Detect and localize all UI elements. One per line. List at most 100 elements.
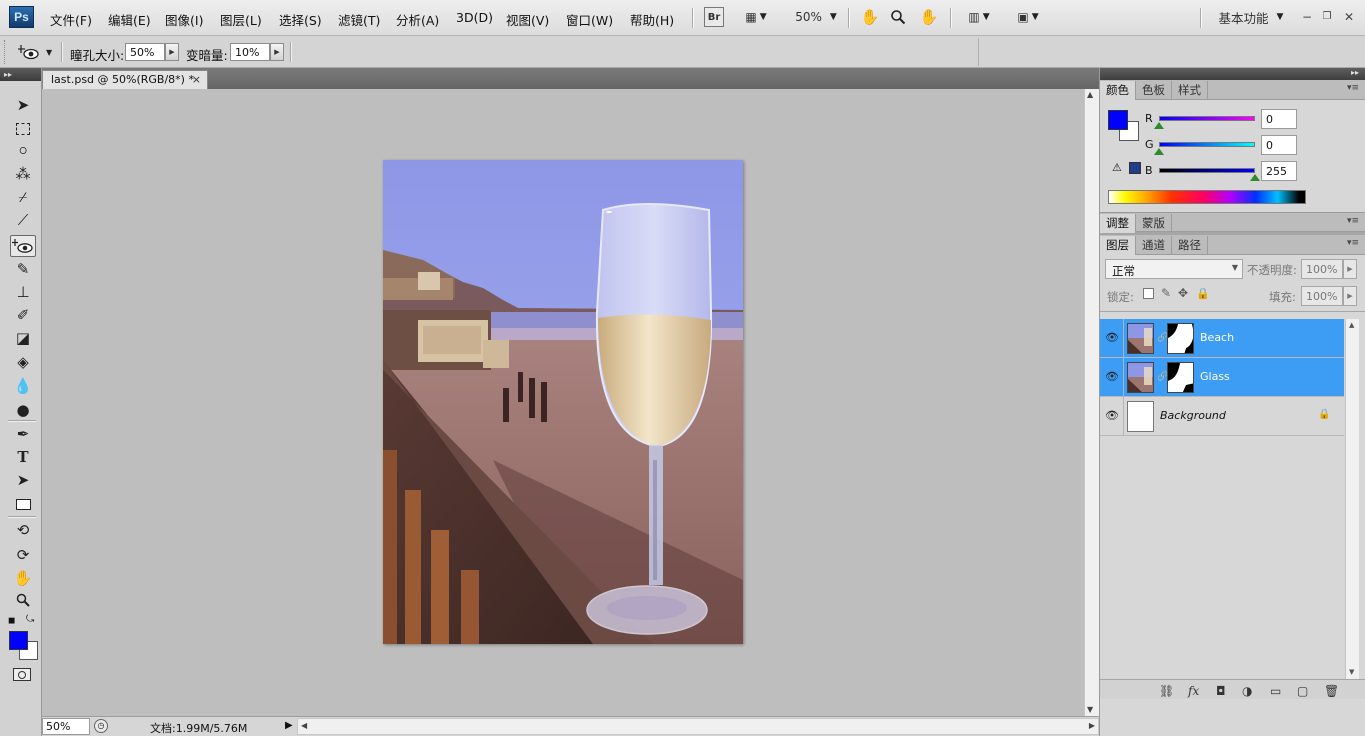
red-channel-input[interactable]: 0 bbox=[1261, 109, 1297, 129]
status-zoom-input[interactable]: 50% bbox=[42, 718, 90, 735]
opacity-slider-toggle[interactable]: ▶ bbox=[1343, 259, 1357, 279]
type-tool[interactable]: T bbox=[10, 446, 36, 468]
darken-amount-input[interactable]: 10% bbox=[230, 43, 270, 61]
pen-tool[interactable]: ✒ bbox=[10, 423, 36, 445]
bridge-button[interactable]: Br bbox=[704, 7, 724, 27]
delete-layer-icon[interactable]: 🗑 bbox=[1324, 684, 1339, 698]
panel-dock-header[interactable]: ▸▸ bbox=[1100, 68, 1365, 80]
zoom-tool[interactable] bbox=[10, 589, 36, 611]
document-tab[interactable]: last.psd @ 50%(RGB/8*) * × bbox=[42, 70, 208, 89]
panel-menu-icon[interactable]: ▾≡ bbox=[1347, 216, 1359, 226]
red-channel-slider[interactable]: R 0 bbox=[1101, 109, 1361, 132]
red-eye-tool[interactable] bbox=[10, 235, 36, 257]
adjustment-layer-icon[interactable]: ◑ bbox=[1242, 684, 1252, 698]
menu-window[interactable]: 窗口(W) bbox=[566, 10, 613, 29]
horizontal-scrollbar[interactable]: ◀ ▶ bbox=[297, 718, 1099, 735]
layer-name-glass[interactable]: Glass bbox=[1200, 370, 1230, 383]
zoom-tool-button[interactable] bbox=[888, 7, 908, 27]
scroll-up-icon[interactable]: ▲ bbox=[1349, 321, 1354, 329]
menu-3d[interactable]: 3D(D) bbox=[456, 10, 493, 25]
menu-help[interactable]: 帮助(H) bbox=[630, 10, 674, 29]
tool-preset-picker[interactable]: ▼ bbox=[18, 41, 56, 63]
status-menu-arrow-icon[interactable]: ▶ bbox=[285, 720, 293, 731]
photoshop-logo[interactable]: Ps bbox=[9, 6, 34, 28]
crop-tool[interactable]: ⌿ bbox=[10, 186, 36, 208]
3d-orbit-tool[interactable]: ⟳ bbox=[10, 544, 36, 566]
menu-layer[interactable]: 图层(L) bbox=[220, 10, 262, 29]
panel-menu-icon[interactable]: ▾≡ bbox=[1347, 238, 1359, 248]
options-grip[interactable] bbox=[4, 40, 6, 64]
scroll-left-icon[interactable]: ◀ bbox=[301, 721, 307, 730]
layer-mask-thumbnail[interactable] bbox=[1167, 323, 1194, 354]
blend-mode-dropdown[interactable]: 正常 ▼ bbox=[1105, 259, 1243, 279]
menu-file[interactable]: 文件(F) bbox=[50, 10, 92, 29]
zoom-level-dropdown[interactable]: 50% ▼ bbox=[794, 7, 838, 27]
pupil-size-input[interactable]: 50% bbox=[125, 43, 165, 61]
fill-input[interactable]: 100% bbox=[1301, 286, 1343, 306]
default-colors-icon[interactable]: ◼ bbox=[8, 616, 15, 626]
tools-panel-header[interactable]: ▸▸ bbox=[0, 68, 41, 81]
green-channel-track[interactable] bbox=[1159, 142, 1255, 147]
layer-name-beach[interactable]: Beach bbox=[1200, 331, 1234, 344]
opacity-input[interactable]: 100% bbox=[1301, 259, 1343, 279]
new-layer-icon[interactable]: ▢ bbox=[1297, 684, 1308, 698]
tab-color[interactable]: 颜色 bbox=[1100, 81, 1136, 100]
layer-row-glass[interactable]: 👁 🔗 Glass bbox=[1100, 358, 1344, 397]
blue-channel-thumb[interactable] bbox=[1250, 174, 1260, 181]
marquee-tool[interactable] bbox=[10, 118, 36, 140]
layers-scrollbar[interactable]: ▲ ▼ bbox=[1345, 319, 1359, 679]
canvas-area[interactable] bbox=[42, 89, 1084, 716]
green-channel-thumb[interactable] bbox=[1154, 148, 1164, 155]
tab-styles[interactable]: 样式 bbox=[1172, 81, 1208, 100]
blur-tool[interactable]: 💧 bbox=[10, 375, 36, 397]
menu-edit[interactable]: 编辑(E) bbox=[108, 10, 151, 29]
eye-icon[interactable]: 👁 bbox=[1105, 331, 1119, 344]
tab-swatches[interactable]: 色板 bbox=[1136, 81, 1172, 100]
menu-analysis[interactable]: 分析(A) bbox=[396, 10, 439, 29]
3d-rotate-tool[interactable]: ⟲ bbox=[10, 519, 36, 541]
menu-filter[interactable]: 滤镜(T) bbox=[338, 10, 380, 29]
layer-thumbnail[interactable] bbox=[1127, 323, 1154, 354]
hand-tool[interactable]: ✋ bbox=[10, 567, 36, 589]
eye-icon[interactable]: 👁 bbox=[1105, 409, 1119, 422]
tab-channels[interactable]: 通道 bbox=[1136, 236, 1172, 255]
link-layers-icon[interactable]: ⛓ bbox=[1159, 684, 1174, 698]
status-info-icon[interactable]: ◷ bbox=[94, 719, 108, 733]
workspace-switcher[interactable]: 基本功能 ▼ bbox=[1214, 7, 1288, 27]
scroll-right-icon[interactable]: ▶ bbox=[1089, 721, 1095, 730]
quick-mask-button[interactable] bbox=[13, 668, 31, 681]
blue-channel-input[interactable]: 255 bbox=[1261, 161, 1297, 181]
scroll-down-icon[interactable]: ▼ bbox=[1349, 668, 1354, 676]
panel-menu-icon[interactable]: ▾≡ bbox=[1347, 83, 1359, 93]
clone-stamp-tool[interactable]: ⊥ bbox=[10, 281, 36, 303]
eye-icon[interactable]: 👁 bbox=[1105, 370, 1119, 383]
close-button[interactable]: ✕ bbox=[1340, 8, 1358, 26]
green-channel-input[interactable]: 0 bbox=[1261, 135, 1297, 155]
red-channel-thumb[interactable] bbox=[1154, 122, 1164, 129]
lasso-tool[interactable]: ဝ bbox=[10, 140, 36, 162]
fill-slider-toggle[interactable]: ▶ bbox=[1343, 286, 1357, 306]
dodge-tool[interactable]: ● bbox=[10, 399, 36, 421]
add-mask-icon[interactable]: ◘ bbox=[1216, 684, 1226, 698]
color-ramp-spectrum[interactable] bbox=[1108, 190, 1306, 204]
layer-row-beach[interactable]: 👁 🔗 Beach bbox=[1100, 319, 1344, 358]
document-canvas-image[interactable] bbox=[383, 160, 743, 644]
lock-position-icon[interactable]: ✥ bbox=[1178, 286, 1188, 300]
lock-all-icon[interactable]: 🔒 bbox=[1196, 287, 1210, 300]
rotate-view-button[interactable]: ✋ bbox=[918, 7, 940, 27]
red-channel-track[interactable] bbox=[1159, 116, 1255, 121]
layer-mask-thumbnail[interactable] bbox=[1167, 362, 1194, 393]
path-selection-tool[interactable]: ➤ bbox=[10, 469, 36, 491]
tab-masks[interactable]: 蒙版 bbox=[1136, 214, 1172, 233]
tab-layers[interactable]: 图层 bbox=[1100, 236, 1136, 255]
minimize-button[interactable]: − bbox=[1298, 8, 1316, 26]
layer-name-background[interactable]: Background bbox=[1160, 409, 1226, 422]
history-brush-tool[interactable]: ✐ bbox=[10, 304, 36, 326]
new-group-icon[interactable]: ▭ bbox=[1270, 684, 1281, 698]
vertical-scrollbar[interactable]: ▲ ▼ bbox=[1084, 89, 1099, 716]
screen-mode-button[interactable]: ▣ ▼ bbox=[1010, 7, 1046, 27]
arrange-documents-button[interactable]: ▥ ▼ bbox=[961, 7, 997, 27]
screen-layout-button[interactable]: ▦ ▼ bbox=[738, 7, 774, 27]
scroll-up-icon[interactable]: ▲ bbox=[1087, 90, 1093, 99]
brush-tool[interactable]: ✎ bbox=[10, 258, 36, 280]
